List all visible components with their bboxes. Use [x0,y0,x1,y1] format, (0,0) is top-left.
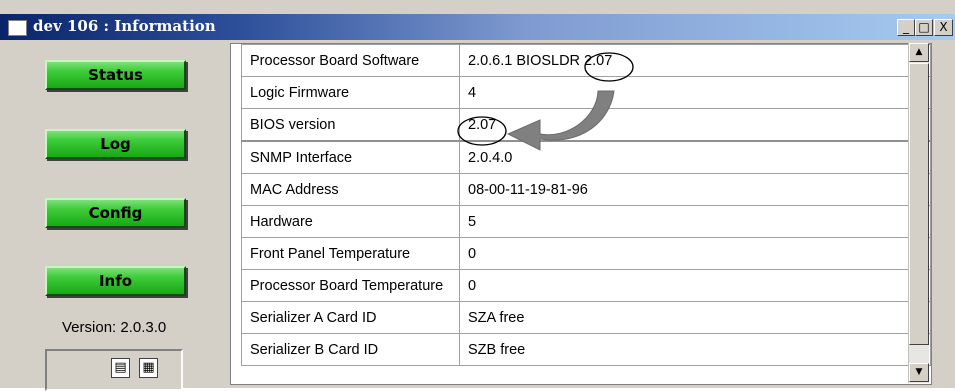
info-window: dev 106 : Information _ □ X Status Log C… [0,0,955,391]
highlight-ellipse [584,52,634,82]
annotation-overlay [457,52,634,151]
highlight-ellipse [457,116,507,146]
curved-arrow-icon [506,90,615,151]
